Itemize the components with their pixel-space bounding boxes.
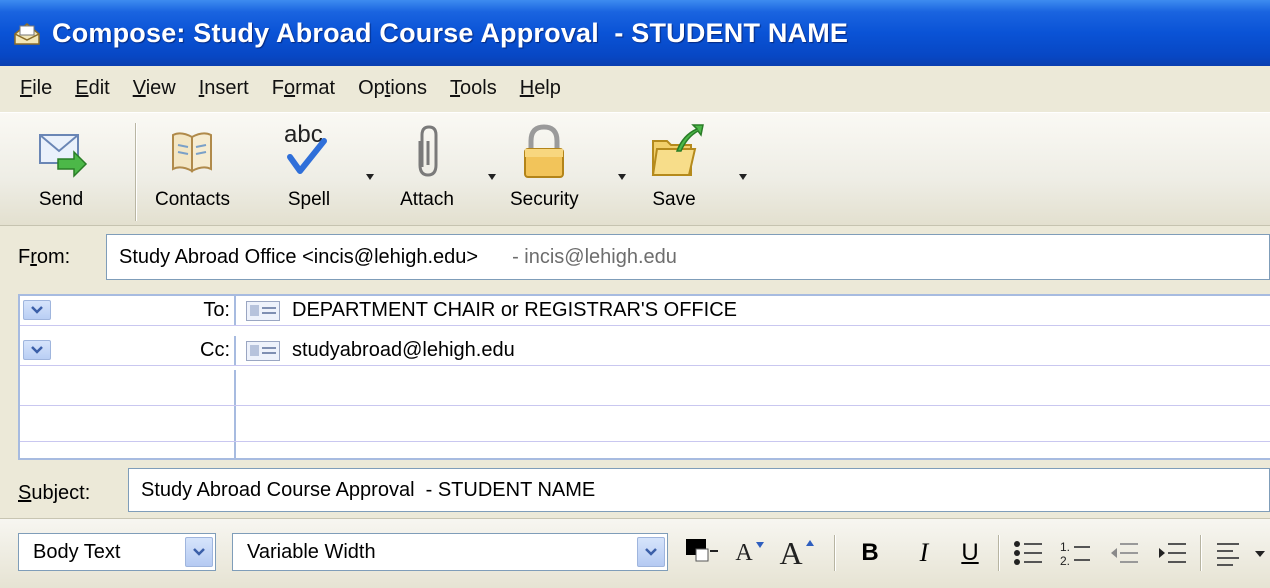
from-account: - incis@lehigh.edu (512, 245, 677, 268)
increase-indent-button[interactable] (1152, 533, 1192, 573)
format-separator (1200, 535, 1202, 571)
spellcheck-icon: abc (278, 121, 340, 183)
toolbar-separator (135, 123, 137, 221)
indent-icon (1159, 543, 1186, 563)
larger-font-button[interactable]: A (772, 533, 822, 573)
main-toolbar: Send Contacts abc Spell Attach Security … (0, 112, 1270, 226)
save-dropdown-icon[interactable] (736, 169, 750, 180)
recipient-type-selector[interactable]: Cc: (20, 336, 236, 365)
recipients-list[interactable]: To: DEPARTMENT CHAIR or REGISTRAR'S OFFI… (18, 294, 1270, 460)
menu-bar: File Edit View Insert Format Options Too… (0, 66, 1270, 110)
recipient-row-empty[interactable] (20, 370, 1270, 406)
increase-arrow-icon (805, 540, 814, 546)
format-separator (834, 535, 836, 571)
spell-button[interactable]: abc Spell (278, 121, 340, 221)
chevron-down-icon[interactable] (185, 537, 213, 567)
window-title: Compose: Study Abroad Course Approval - … (52, 17, 849, 48)
menu-file[interactable]: File (10, 77, 65, 100)
menu-tools[interactable]: Tools (440, 77, 510, 100)
menu-view[interactable]: View (123, 77, 189, 100)
compose-app-icon (12, 18, 42, 48)
numbered-list-button[interactable]: 1. 2. (1056, 533, 1096, 573)
align-button[interactable] (1212, 533, 1268, 573)
security-button[interactable]: Security (510, 121, 579, 221)
outdent-icon (1111, 543, 1138, 563)
address-book-icon (161, 121, 223, 183)
from-value: Study Abroad Office <incis@lehigh.edu> (119, 245, 479, 268)
text-color-button[interactable] (680, 533, 724, 573)
contacts-button[interactable]: Contacts (155, 121, 230, 221)
recipient-type-selector[interactable]: To: (20, 296, 236, 325)
save-folder-icon (643, 121, 705, 183)
format-separator (998, 535, 1000, 571)
paperclip-icon (396, 121, 458, 183)
contact-card-icon (246, 300, 280, 321)
menu-help[interactable]: Help (510, 77, 574, 100)
format-toolbar: Body Text Variable Width A A B I U 1. 2. (0, 518, 1270, 588)
smaller-font-button[interactable]: A (730, 533, 770, 573)
from-field[interactable]: Study Abroad Office <incis@lehigh.edu> -… (106, 234, 1270, 280)
recipient-address[interactable]: studyabroad@lehigh.edu (246, 339, 515, 362)
recipient-address[interactable]: DEPARTMENT CHAIR or REGISTRAR'S OFFICE (246, 299, 737, 322)
attach-button[interactable]: Attach (396, 121, 458, 221)
send-icon (30, 121, 92, 183)
font-select[interactable]: Variable Width (232, 533, 668, 571)
chevron-down-icon[interactable] (23, 340, 51, 360)
chevron-down-icon[interactable] (637, 537, 665, 567)
recipient-row-cc: Cc: studyabroad@lehigh.edu (20, 336, 1270, 366)
italic-button[interactable]: I (906, 533, 942, 573)
menu-insert[interactable]: Insert (189, 77, 262, 100)
bold-button[interactable]: B (852, 533, 888, 573)
spell-dropdown-icon[interactable] (363, 169, 377, 180)
contact-card-icon (246, 340, 280, 361)
recipient-row-empty[interactable] (20, 442, 1270, 458)
paragraph-style-select[interactable]: Body Text (18, 533, 216, 571)
decrease-indent-button[interactable] (1104, 533, 1144, 573)
chevron-down-icon[interactable] (23, 300, 51, 320)
text-color-icon (686, 539, 718, 562)
save-button[interactable]: Save (643, 121, 705, 221)
from-label: From: (18, 246, 71, 268)
title-bar[interactable]: Compose: Study Abroad Course Approval - … (0, 0, 1270, 66)
align-left-icon (1217, 543, 1265, 566)
menu-format[interactable]: Format (262, 77, 348, 100)
menu-options[interactable]: Options (348, 77, 440, 100)
lock-icon (513, 121, 575, 183)
subject-input[interactable]: Study Abroad Course Approval - STUDENT N… (128, 468, 1270, 512)
attach-dropdown-icon[interactable] (485, 169, 499, 180)
underline-button[interactable]: U (952, 533, 988, 573)
numbered-list-icon: 1. 2. (1060, 540, 1090, 567)
svg-text:2.: 2. (1060, 554, 1070, 567)
bulleted-list-button[interactable] (1008, 533, 1048, 573)
decrease-arrow-icon (755, 542, 764, 548)
bullet-list-icon (1014, 541, 1042, 565)
svg-text:1.: 1. (1060, 540, 1070, 554)
send-button[interactable]: Send (30, 121, 92, 221)
recipient-row-empty[interactable] (20, 406, 1270, 442)
recipient-row-to: To: DEPARTMENT CHAIR or REGISTRAR'S OFFI… (20, 296, 1270, 326)
menu-edit[interactable]: Edit (65, 77, 122, 100)
subject-label: Subject: (18, 482, 91, 504)
security-dropdown-icon[interactable] (615, 169, 629, 180)
